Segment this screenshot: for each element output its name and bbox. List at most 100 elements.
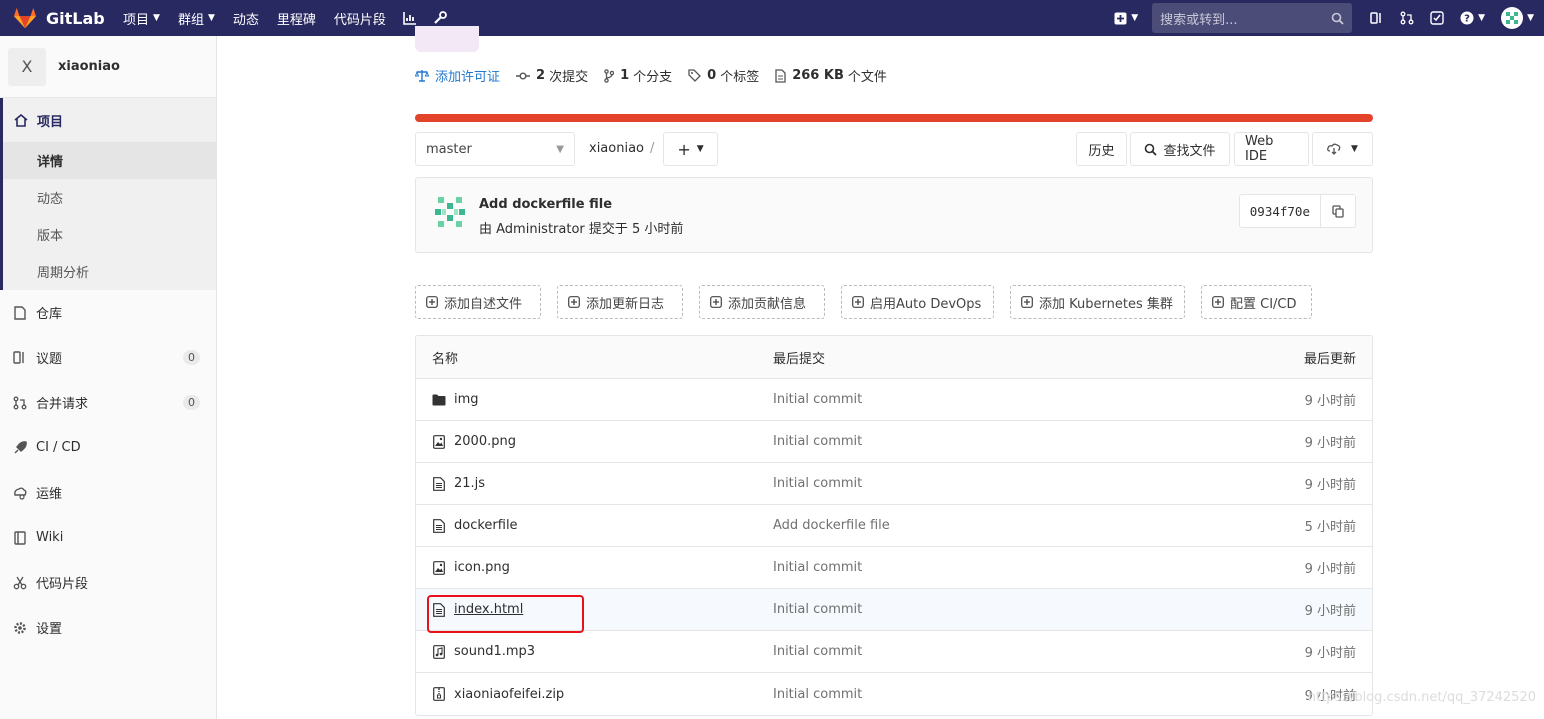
add-kubernetes-cluster-label: 添加 Kubernetes 集群: [1039, 296, 1173, 312]
commit-message-cell[interactable]: Initial commit: [773, 644, 862, 659]
file-name-cell[interactable]: index.html: [432, 602, 523, 617]
file-name-cell[interactable]: sound1.mp3: [432, 644, 535, 659]
text-file-icon: [432, 602, 446, 617]
sidebar-item-issues[interactable]: 议题 0: [0, 335, 216, 380]
nav-groups[interactable]: 群组 ▼: [169, 0, 224, 36]
download-button[interactable]: ▼: [1312, 132, 1373, 166]
breadcrumb-project[interactable]: xiaoniao: [589, 141, 644, 156]
sidebar-item-settings[interactable]: 设置: [0, 605, 216, 650]
home-icon: [13, 113, 29, 127]
configure-ci-cd-button[interactable]: 配置 CI/CD: [1201, 285, 1312, 319]
tags-stat[interactable]: 0 个标签: [688, 66, 759, 85]
file-name: dockerfile: [454, 518, 518, 533]
sidebar-item-label: 代码片段: [36, 577, 89, 592]
user-avatar-menu[interactable]: ▼: [1493, 0, 1544, 36]
table-row[interactable]: xiaoniaofeifei.zip Initial commit 9 小时前: [416, 673, 1372, 715]
gitlab-home-link[interactable]: GitLab: [0, 0, 114, 36]
project-header[interactable]: X xiaoniao: [0, 36, 216, 98]
commit-message-cell[interactable]: Initial commit: [773, 392, 862, 407]
commit-message-cell[interactable]: Initial commit: [773, 476, 862, 491]
commit-message-cell[interactable]: Initial commit: [773, 687, 862, 702]
table-row[interactable]: img Initial commit 9 小时前: [416, 379, 1372, 421]
branch-select[interactable]: master ▼: [415, 132, 575, 166]
add-license-link[interactable]: 添加许可证: [415, 66, 500, 85]
file-name-cell[interactable]: dockerfile: [432, 518, 518, 533]
column-header-last-commit: 最后提交: [773, 351, 826, 367]
find-file-button[interactable]: 查找文件: [1130, 132, 1230, 166]
operations-icon: [12, 486, 28, 500]
add-to-tree-button[interactable]: + ▼: [663, 132, 718, 166]
file-name-cell[interactable]: xiaoniaofeifei.zip: [432, 687, 564, 702]
commit-message-cell[interactable]: Initial commit: [773, 602, 862, 617]
sidebar-item-ci-cd[interactable]: CI / CD: [0, 425, 216, 470]
license-label: 添加许可证: [435, 70, 501, 85]
sidebar-sub-activity[interactable]: 动态: [3, 179, 216, 216]
add-kubernetes-cluster-button[interactable]: 添加 Kubernetes 集群: [1010, 285, 1185, 319]
sidebar-item-repository[interactable]: 仓库: [0, 290, 216, 335]
sidebar-item-merge-requests[interactable]: 合并请求 0: [0, 380, 216, 425]
plus-square-icon: [1021, 296, 1033, 308]
file-name-cell[interactable]: 2000.png: [432, 434, 516, 449]
project-avatar: X: [8, 47, 46, 86]
sidebar-item-label: 运维: [36, 487, 63, 502]
web-ide-button[interactable]: Web IDE: [1234, 132, 1309, 166]
todo-check-icon[interactable]: [1422, 0, 1452, 36]
commit-message-cell[interactable]: Initial commit: [773, 434, 862, 449]
text-file-icon: [432, 518, 446, 533]
file-name-cell[interactable]: img: [432, 392, 479, 407]
commit-title[interactable]: Add dockerfile file: [479, 197, 612, 212]
nav-snippets[interactable]: 代码片段: [325, 0, 395, 36]
repo-toolbar: master ▼ xiaoniao / + ▼ 历史 查找文件 Web IDE …: [415, 132, 1373, 166]
sidebar-sub-details[interactable]: 详情: [3, 142, 216, 179]
last-commit-panel: Add dockerfile file 由 Administrator 提交于 …: [415, 177, 1373, 253]
size-value: 266 KB: [792, 68, 844, 83]
time-cell: 9 小时前: [1304, 478, 1356, 493]
sidebar-item-label: CI / CD: [36, 440, 81, 455]
history-button[interactable]: 历史: [1076, 132, 1127, 166]
chevron-down-icon: ▼: [556, 143, 564, 155]
add-contributing-button[interactable]: 添加贡献信息: [699, 285, 825, 319]
sidebar-sub-cycle-analytics[interactable]: 周期分析: [3, 253, 216, 290]
time-cell: 9 小时前: [1304, 646, 1356, 661]
table-row[interactable]: icon.png Initial commit 9 小时前: [416, 547, 1372, 589]
new-plus-icon[interactable]: ▼: [1106, 0, 1146, 36]
commit-sha[interactable]: 0934f70e: [1240, 195, 1321, 227]
copy-icon: [1332, 204, 1344, 218]
file-name-cell[interactable]: 21.js: [432, 476, 485, 491]
commits-stat[interactable]: 2 次提交: [516, 66, 588, 85]
nav-milestones[interactable]: 里程碑: [268, 0, 325, 36]
sidebar-sub-releases[interactable]: 版本: [3, 216, 216, 253]
nav-projects[interactable]: 项目 ▼: [114, 0, 169, 36]
issues-nav-icon[interactable]: [1362, 0, 1392, 36]
enable-auto-devops-button[interactable]: 启用Auto DevOps: [841, 285, 994, 319]
table-row[interactable]: 21.js Initial commit 9 小时前: [416, 463, 1372, 505]
size-stat[interactable]: 266 KB 个文件: [775, 66, 887, 85]
plus-square-icon: [426, 296, 438, 308]
copy-sha-button[interactable]: [1321, 195, 1355, 227]
table-row-highlighted[interactable]: index.html Initial commit 9 小时前: [416, 589, 1372, 633]
table-row[interactable]: sound1.mp3 Initial commit 9 小时前: [416, 631, 1372, 673]
branches-stat[interactable]: 1 个分支: [604, 66, 672, 85]
add-changelog-button[interactable]: 添加更新日志: [557, 285, 683, 319]
search-input[interactable]: 搜索或转到...: [1152, 3, 1353, 33]
branches-count: 1: [620, 68, 630, 83]
sidebar-item-wiki[interactable]: Wiki: [0, 515, 216, 560]
top-navbar: GitLab 项目 ▼ 群组 ▼ 动态 里程碑 代码片段 ▼ 搜索或转到... ? …: [0, 0, 1544, 36]
commit-message-cell[interactable]: Initial commit: [773, 560, 862, 575]
add-readme-button[interactable]: 添加自述文件: [415, 285, 541, 319]
sidebar-item-operations[interactable]: 运维: [0, 470, 216, 515]
table-row[interactable]: 2000.png Initial commit 9 小时前: [416, 421, 1372, 463]
sidebar-item-snippets[interactable]: 代码片段: [0, 560, 216, 605]
help-icon[interactable]: ? ▼: [1452, 0, 1493, 36]
book-icon: [12, 530, 28, 545]
nav-activity[interactable]: 动态: [224, 0, 268, 36]
file-name-cell[interactable]: icon.png: [432, 560, 510, 575]
tag-icon: [688, 69, 702, 82]
merge-requests-nav-icon[interactable]: [1392, 0, 1422, 36]
enable-auto-devops-label: 启用Auto DevOps: [870, 296, 982, 312]
sidebar-item-project[interactable]: 项目: [3, 98, 216, 142]
commit-message-cell[interactable]: Add dockerfile file: [773, 518, 890, 533]
nav-milestones-label: 里程碑: [276, 12, 316, 28]
chevron-down-icon: ▼: [207, 13, 215, 23]
table-row[interactable]: dockerfile Add dockerfile file 5 小时前: [416, 505, 1372, 547]
